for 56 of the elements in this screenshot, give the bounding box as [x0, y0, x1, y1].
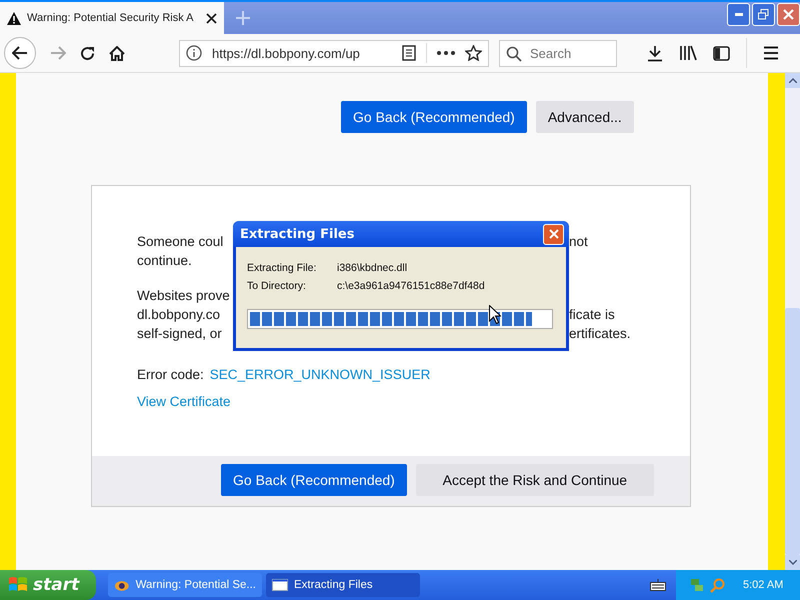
- download-icon[interactable]: [647, 44, 663, 62]
- clock: 5:02 AM: [743, 579, 784, 591]
- browser-tab[interactable]: Warning: Potential Security Risk A: [0, 2, 224, 34]
- close-icon: [783, 9, 794, 20]
- field-label: Extracting File:: [247, 261, 318, 276]
- view-certificate-link[interactable]: View Certificate: [137, 394, 231, 409]
- minimize-icon: [734, 13, 742, 16]
- paragraph-text: Someone coul: [137, 234, 224, 249]
- search-field[interactable]: Search: [499, 40, 617, 66]
- back-button[interactable]: [4, 37, 36, 69]
- paragraph-text: not: [569, 233, 588, 251]
- windows-logo-icon: [8, 576, 28, 594]
- paragraph-text: Websites prove: [137, 288, 230, 303]
- close-icon[interactable]: [206, 12, 217, 24]
- more-icon[interactable]: [437, 51, 455, 55]
- go-back-button[interactable]: Go Back (Recommended): [341, 101, 527, 133]
- close-button[interactable]: [543, 224, 564, 244]
- menu-icon[interactable]: [763, 46, 779, 60]
- start-button[interactable]: start: [0, 570, 96, 600]
- app-icon: [114, 578, 130, 592]
- field-value: c:\e3a961a9476151c88e7df48d: [337, 279, 485, 294]
- accept-risk-button[interactable]: Accept the Risk and Continue: [416, 464, 654, 496]
- tab-title: Warning: Potential Security Risk A: [27, 12, 194, 24]
- reader-view-icon[interactable]: [402, 45, 416, 61]
- paragraph-text: self-signed, or: [137, 326, 222, 341]
- close-icon: [548, 229, 558, 239]
- restore-icon: [758, 9, 769, 20]
- paragraph-text: ficate is: [569, 306, 615, 324]
- library-icon[interactable]: [679, 45, 697, 61]
- field-label: To Directory:: [247, 279, 307, 294]
- taskbar-button[interactable]: Extracting Files: [266, 573, 420, 597]
- paragraph-text: dl.bobpony.co: [137, 307, 220, 322]
- error-code-link[interactable]: SEC_ERROR_UNKNOWN_ISSUER: [210, 367, 430, 382]
- info-icon[interactable]: [186, 45, 202, 61]
- warning-icon: [7, 12, 21, 24]
- back-arrow-icon: [12, 46, 28, 60]
- go-back-button[interactable]: Go Back (Recommended): [221, 464, 407, 496]
- paragraph-text: continue.: [137, 253, 192, 268]
- dialog-title: Extracting Files: [240, 226, 354, 242]
- keyboard-icon[interactable]: [650, 579, 666, 591]
- reload-icon[interactable]: [80, 46, 95, 60]
- close-button[interactable]: [777, 3, 800, 26]
- window-icon: [272, 579, 288, 591]
- sidebar-icon[interactable]: [713, 46, 730, 60]
- error-code-label: Error code:: [137, 367, 204, 382]
- advanced-button[interactable]: Advanced...: [536, 101, 634, 133]
- field-value: i386\kbdnec.dll: [337, 261, 408, 276]
- paragraph-text: ertificates.: [569, 325, 631, 343]
- star-icon[interactable]: [465, 45, 482, 61]
- restore-button[interactable]: [752, 3, 775, 26]
- scrollbar[interactable]: [785, 73, 800, 570]
- home-icon[interactable]: [109, 46, 125, 60]
- address-bar[interactable]: https://dl.bobpony.com/up: [179, 40, 489, 66]
- taskbar-button[interactable]: Warning: Potential Se...: [108, 573, 262, 597]
- minimize-button[interactable]: [727, 3, 750, 26]
- url-text: https://dl.bobpony.com/up: [212, 46, 361, 60]
